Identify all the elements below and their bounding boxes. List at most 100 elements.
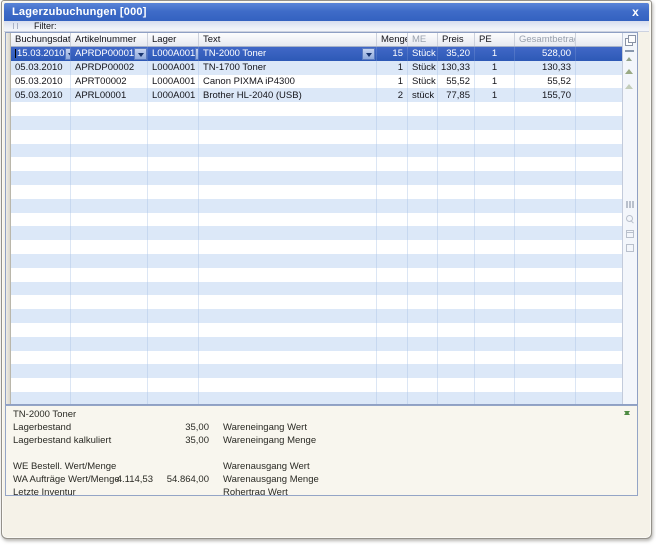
cell-me[interactable]: Stück bbox=[408, 47, 438, 61]
cell-pe[interactable]: 1 bbox=[475, 75, 515, 89]
cell-me[interactable]: stück bbox=[408, 88, 438, 102]
chevron-down-icon[interactable] bbox=[362, 48, 375, 60]
copy-icon[interactable] bbox=[625, 35, 635, 45]
cell-lager[interactable]: L000A001 bbox=[148, 75, 199, 89]
column-header-gesamtbetrag[interactable]: Gesamtbetrag bbox=[515, 33, 576, 46]
detail-row bbox=[13, 447, 637, 460]
filter-label: Filter: bbox=[34, 21, 57, 31]
grid-options-icon[interactable] bbox=[626, 230, 634, 238]
cell-me[interactable]: Stück bbox=[408, 61, 438, 75]
column-header-artikelnummer[interactable]: Artikelnummer bbox=[71, 33, 148, 46]
empty-row bbox=[11, 282, 622, 296]
detail-value bbox=[103, 460, 153, 473]
cell-text[interactable]: Brother HL-2040 (USB) bbox=[199, 88, 377, 102]
column-header-preis[interactable]: Preis bbox=[438, 33, 475, 46]
splitter-icon[interactable] bbox=[624, 408, 633, 418]
cell-lager[interactable]: L000A001 bbox=[148, 61, 199, 75]
table-row[interactable]: 05.03.2010 APRT00002 L000A001 Canon PIXM… bbox=[11, 75, 622, 89]
empty-row bbox=[11, 295, 622, 309]
cell-lager[interactable]: L000A001 bbox=[148, 47, 199, 61]
column-header-pe[interactable]: PE bbox=[475, 33, 515, 46]
empty-row bbox=[11, 392, 622, 404]
cell-text[interactable]: Canon PIXMA iP4300 bbox=[199, 75, 377, 89]
scroll-up-icon[interactable] bbox=[625, 65, 633, 74]
detail-label bbox=[13, 447, 103, 460]
cell-gesamtbetrag[interactable]: 155,70 bbox=[515, 88, 576, 102]
table-row-selected[interactable]: 15.03.2010 APRDP00001 L000A001 TN-2000 T… bbox=[11, 47, 622, 61]
cell-buchungsdatum[interactable]: 05.03.2010 bbox=[11, 61, 71, 75]
column-header-text[interactable]: Text bbox=[199, 33, 377, 46]
detail-title: TN-2000 Toner bbox=[13, 408, 637, 421]
title-bar[interactable]: Lagerzubuchungen [000] x bbox=[4, 3, 649, 21]
empty-row bbox=[11, 213, 622, 227]
detail-label: Lagerbestand bbox=[13, 421, 103, 434]
cell-gesamtbetrag[interactable]: 130,33 bbox=[515, 61, 576, 75]
empty-row bbox=[11, 144, 622, 158]
cell-artikelnummer[interactable]: APRDP00001 bbox=[71, 47, 148, 61]
cell-pe[interactable]: 1 bbox=[475, 61, 515, 75]
scroll-top-icon[interactable] bbox=[625, 50, 634, 61]
filter-bar[interactable]: Filter: bbox=[4, 21, 649, 32]
cell-pe[interactable]: 1 bbox=[475, 47, 515, 61]
detail-value bbox=[103, 421, 153, 434]
bookings-grid: Buchungsdatum Artikelnummer Lager Text M… bbox=[5, 32, 638, 405]
grid-side-strip[interactable] bbox=[622, 33, 637, 404]
panel-icon[interactable] bbox=[626, 244, 634, 252]
column-header-buchungsdatum[interactable]: Buchungsdatum bbox=[11, 33, 71, 46]
cell-buchungsdatum[interactable]: 15.03.2010 bbox=[11, 47, 71, 61]
cell-preis[interactable]: 130,33 bbox=[438, 61, 475, 75]
empty-row bbox=[11, 171, 622, 185]
empty-row bbox=[11, 199, 622, 213]
close-icon[interactable]: x bbox=[630, 6, 641, 18]
cell-gesamtbetrag[interactable]: 528,00 bbox=[515, 47, 576, 61]
search-icon[interactable] bbox=[626, 215, 633, 222]
cell-menge[interactable]: 15 bbox=[377, 47, 408, 61]
cell-lager[interactable]: L000A001 bbox=[148, 88, 199, 102]
cell-artikelnummer[interactable]: APRL00001 bbox=[71, 88, 148, 102]
empty-row bbox=[11, 364, 622, 378]
table-row[interactable]: 05.03.2010 APRDP00002 L000A001 TN-1700 T… bbox=[11, 61, 622, 75]
column-header-me[interactable]: ME bbox=[408, 33, 438, 46]
detail-label: Letzte Inventur bbox=[13, 486, 103, 496]
detail-value bbox=[103, 434, 153, 447]
column-header-menge[interactable]: Menge bbox=[377, 33, 408, 46]
detail-right-label: Wareneingang Wert bbox=[223, 421, 637, 434]
cell-preis[interactable]: 77,85 bbox=[438, 88, 475, 102]
cell-menge[interactable]: 1 bbox=[377, 75, 408, 89]
empty-row bbox=[11, 157, 622, 171]
column-header-lager[interactable]: Lager bbox=[148, 33, 199, 46]
detail-value: 4.114,53 bbox=[103, 473, 153, 486]
detail-label: WA Aufträge Wert/Menge bbox=[13, 473, 103, 486]
cell-buchungsdatum[interactable]: 05.03.2010 bbox=[11, 88, 71, 102]
window-title: Lagerzubuchungen [000] bbox=[12, 6, 147, 18]
empty-row bbox=[11, 226, 622, 240]
cell-preis[interactable]: 55,52 bbox=[438, 75, 475, 89]
empty-row bbox=[11, 378, 622, 392]
scroll-down-icon[interactable] bbox=[625, 80, 633, 89]
cell-gesamtbetrag[interactable]: 55,52 bbox=[515, 75, 576, 89]
cell-artikelnummer[interactable]: APRDP00002 bbox=[71, 61, 148, 75]
cell-me[interactable]: Stück bbox=[408, 75, 438, 89]
grid-header-row: Buchungsdatum Artikelnummer Lager Text M… bbox=[11, 33, 622, 47]
cell-preis[interactable]: 35,20 bbox=[438, 47, 475, 61]
table-row[interactable]: 05.03.2010 APRL00001 L000A001 Brother HL… bbox=[11, 88, 622, 102]
detail-value bbox=[153, 447, 209, 460]
cell-menge[interactable]: 2 bbox=[377, 88, 408, 102]
cell-text[interactable]: TN-2000 Toner bbox=[199, 47, 377, 61]
cell-menge[interactable]: 1 bbox=[377, 61, 408, 75]
empty-row bbox=[11, 309, 622, 323]
cell-artikelnummer[interactable]: APRT00002 bbox=[71, 75, 148, 89]
columns-icon[interactable] bbox=[629, 201, 631, 208]
chevron-down-icon[interactable] bbox=[134, 48, 147, 60]
empty-row bbox=[11, 351, 622, 365]
app-window: Lagerzubuchungen [000] x Filter: Buchung… bbox=[1, 0, 652, 539]
grid-main: Buchungsdatum Artikelnummer Lager Text M… bbox=[11, 33, 622, 404]
detail-row: Letzte Inventur Rohertrag Wert bbox=[13, 486, 637, 496]
detail-label: Lagerbestand kalkuliert bbox=[13, 434, 103, 447]
empty-row bbox=[11, 130, 622, 144]
cell-buchungsdatum[interactable]: 05.03.2010 bbox=[11, 75, 71, 89]
cell-text[interactable]: TN-1700 Toner bbox=[199, 61, 377, 75]
detail-right-label bbox=[223, 447, 637, 460]
cell-pe[interactable]: 1 bbox=[475, 88, 515, 102]
detail-value bbox=[103, 486, 153, 496]
